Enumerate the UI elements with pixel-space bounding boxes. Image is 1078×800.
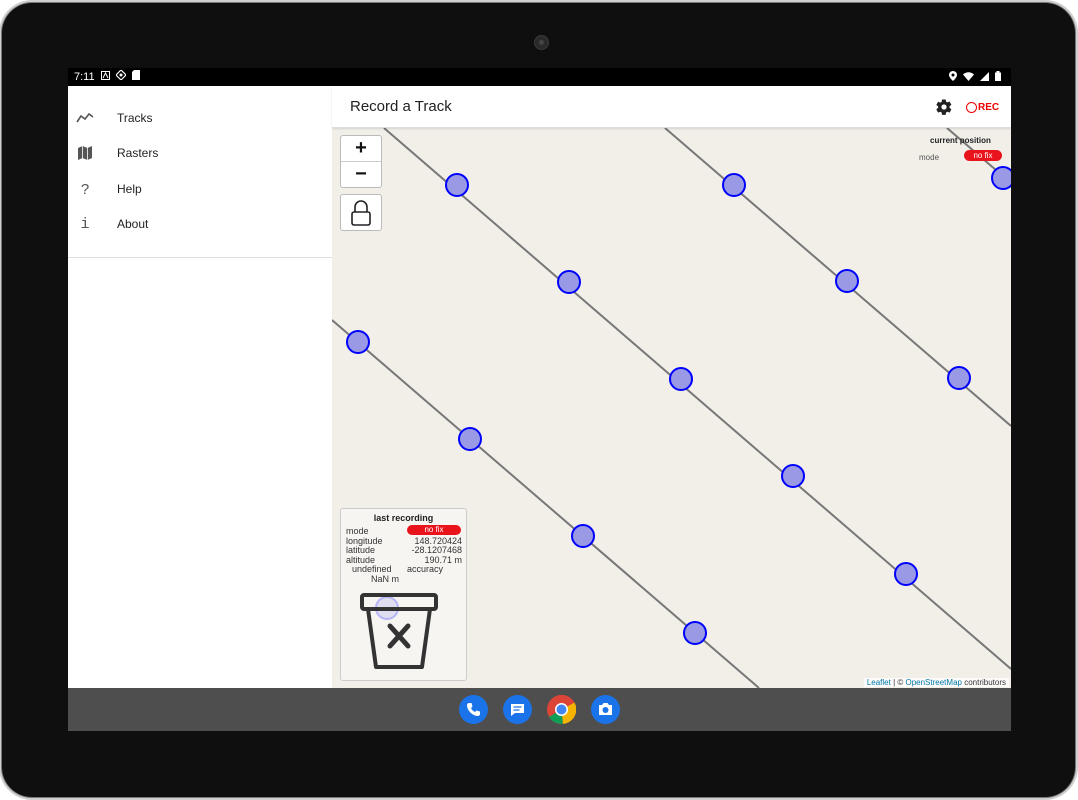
- mode-label: mode: [346, 526, 369, 536]
- zoom-out-button[interactable]: −: [341, 162, 381, 187]
- track-point-marker[interactable]: [722, 173, 746, 197]
- leaflet-link[interactable]: Leaflet: [867, 678, 891, 687]
- status-bar: 7:11: [68, 68, 1011, 86]
- drawer-item-help[interactable]: ? Help: [68, 172, 332, 206]
- front-camera: [534, 35, 549, 50]
- lock-icon: [351, 199, 371, 226]
- track-point-marker[interactable]: [571, 524, 595, 548]
- phone-icon: [467, 703, 480, 716]
- track-point-marker[interactable]: [445, 173, 469, 197]
- track-point-marker[interactable]: [947, 366, 971, 390]
- lock-button[interactable]: [340, 194, 382, 231]
- drawer-item-label: Help: [117, 182, 142, 196]
- wifi-icon: [963, 71, 974, 84]
- track-point-marker[interactable]: [557, 270, 581, 294]
- accuracy-label: accuracy: [407, 564, 444, 574]
- battery-icon: [995, 71, 1001, 84]
- drawer-item-label: Rasters: [117, 146, 159, 160]
- camera-icon: [599, 703, 612, 715]
- accuracy-value: NaN m: [371, 574, 400, 584]
- track-line: [383, 128, 1011, 670]
- track-point-marker[interactable]: [835, 269, 859, 293]
- current-position-mode-label: mode: [919, 153, 940, 162]
- last-recording-panel: last recording mode no fix longitude 148…: [340, 508, 467, 681]
- accuracy-row: undefined accuracy: [346, 564, 462, 574]
- last-recording-mode-badge: no fix: [407, 525, 461, 535]
- record-label: REC: [978, 101, 1000, 113]
- settings-button[interactable]: [935, 98, 953, 116]
- map-icon: [76, 144, 94, 162]
- delete-recording-button[interactable]: [358, 593, 440, 671]
- track-point-marker[interactable]: [458, 427, 482, 451]
- app-bar: Record a Track REC: [332, 86, 1011, 128]
- navigation-drawer: Tracks Rasters ? Help i About: [68, 86, 333, 688]
- device-screen: 7:11 Tracks Rasters ? Help i About Recor…: [68, 68, 1011, 731]
- signal-icon: [980, 71, 989, 84]
- accuracy-prefix: undefined: [352, 564, 392, 574]
- record-icon: [966, 101, 977, 113]
- main-content: Record a Track REC + − current position …: [332, 86, 1011, 688]
- chrome-icon: [547, 694, 577, 724]
- location-target-icon: [114, 69, 127, 83]
- latitude-row: latitude -28.1207468: [346, 545, 462, 555]
- record-button[interactable]: REC: [966, 98, 999, 116]
- sd-card-icon: [131, 70, 140, 83]
- drawer-item-rasters[interactable]: Rasters: [68, 136, 332, 170]
- trash-delete-icon: [360, 593, 438, 669]
- drawer-menu: Tracks Rasters ? Help i About: [68, 86, 332, 258]
- zoom-control: + −: [340, 135, 382, 188]
- info-icon: i: [80, 215, 90, 233]
- dock-chrome[interactable]: [547, 694, 577, 724]
- gear-icon: [936, 99, 952, 115]
- track-point-marker[interactable]: [346, 330, 370, 354]
- tracks-icon: [76, 109, 94, 127]
- dock-camera[interactable]: [591, 695, 620, 724]
- messages-icon: [511, 704, 524, 716]
- attribution-suffix: contributors: [961, 678, 1006, 687]
- help-icon: ?: [80, 180, 90, 198]
- drawer-item-tracks[interactable]: Tracks: [68, 101, 332, 135]
- dock-phone[interactable]: [459, 695, 488, 724]
- drawer-item-about[interactable]: i About: [68, 207, 332, 241]
- map-attribution: Leaflet | © OpenStreetMap contributors: [863, 678, 1009, 687]
- drawer-item-label: About: [117, 217, 149, 231]
- notification-a-icon: [100, 70, 110, 83]
- navigation-bar: [68, 688, 1011, 731]
- page-title: Record a Track: [350, 98, 452, 115]
- track-point-marker[interactable]: [894, 562, 918, 586]
- drawer-item-label: Tracks: [117, 111, 153, 125]
- map-view[interactable]: + − current position mode no fix last re…: [332, 128, 1011, 688]
- last-recording-title: last recording: [373, 513, 434, 523]
- status-time: 7:11: [74, 70, 95, 83]
- current-position-mode-badge: no fix: [964, 150, 1002, 161]
- location-pin-icon: [949, 71, 957, 84]
- track-point-marker[interactable]: [669, 367, 693, 391]
- accuracy-value-row: NaN m: [346, 574, 462, 584]
- track-point-marker[interactable]: [781, 464, 805, 488]
- openstreetmap-link[interactable]: OpenStreetMap: [905, 678, 961, 687]
- latitude-value: -28.1207468: [411, 545, 462, 555]
- attribution-separator: | ©: [890, 678, 906, 687]
- track-point-marker[interactable]: [991, 166, 1011, 190]
- zoom-in-button[interactable]: +: [341, 136, 381, 162]
- track-point-marker[interactable]: [683, 621, 707, 645]
- dock-messages[interactable]: [503, 695, 532, 724]
- current-position-title: current position: [930, 136, 991, 145]
- latitude-label: latitude: [346, 545, 376, 555]
